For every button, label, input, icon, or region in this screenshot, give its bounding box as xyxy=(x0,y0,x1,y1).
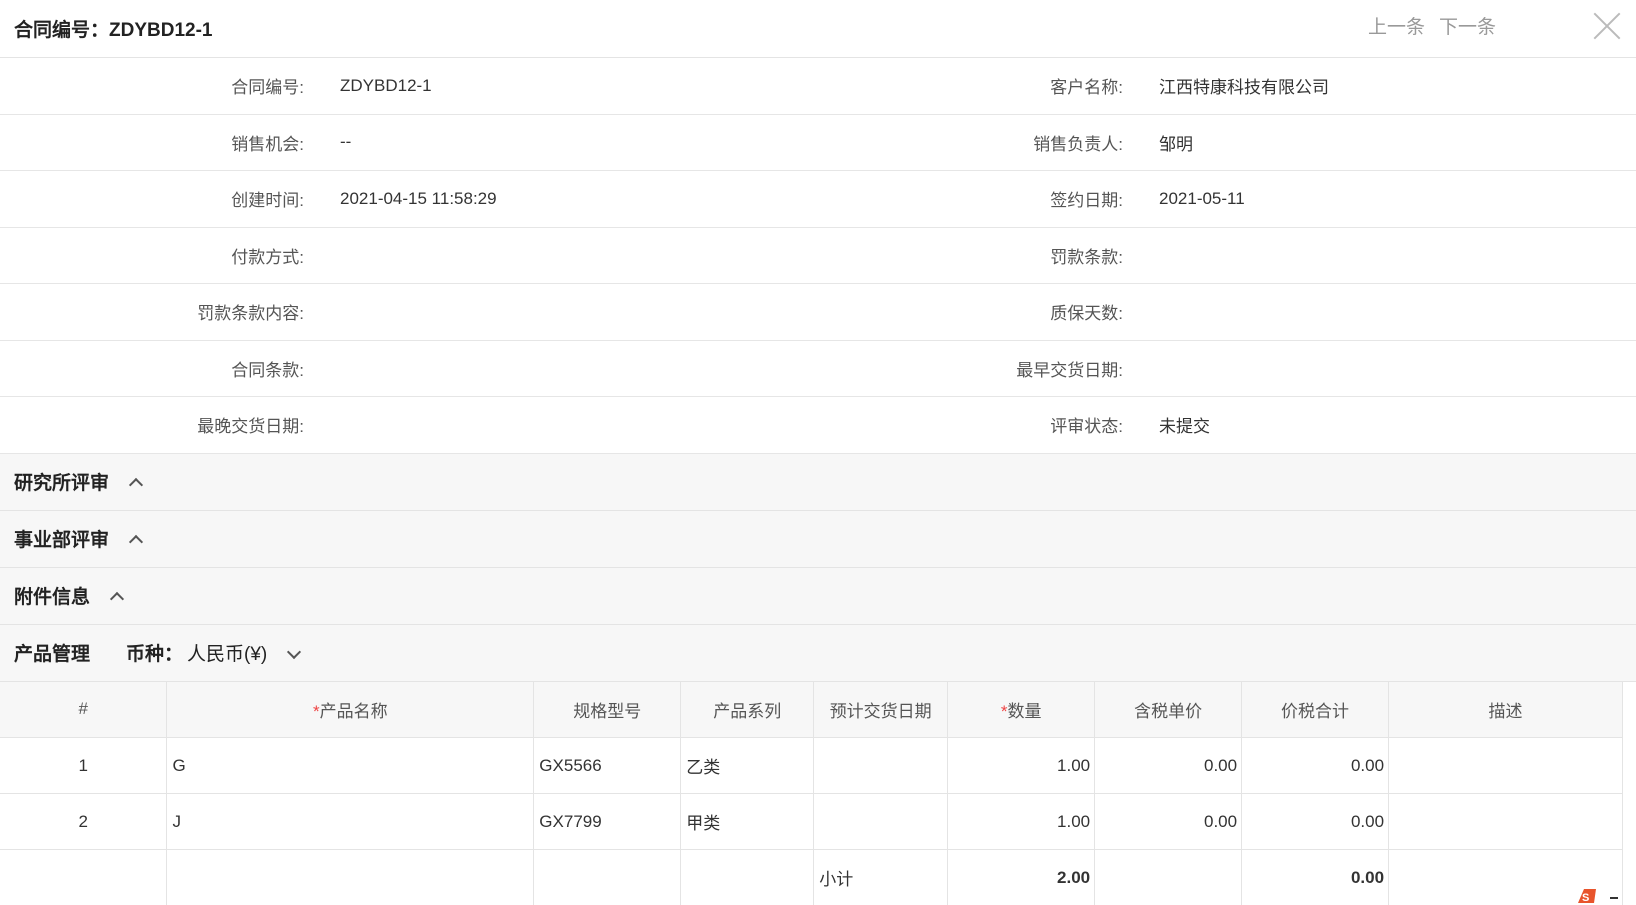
info-row: 创建时间: 2021-04-15 11:58:29 签约日期: 2021-05-… xyxy=(0,171,1636,228)
field-label: 创建时间: xyxy=(0,186,304,211)
currency-label: 币种： xyxy=(126,639,183,666)
field-label: 评审状态: xyxy=(840,412,1123,437)
field-label: 签约日期: xyxy=(840,186,1123,211)
product-spec: GX7799 xyxy=(534,794,681,850)
row-index: 2 xyxy=(0,794,167,850)
input-method-logo-icon: S xyxy=(1566,885,1626,905)
product-name-link[interactable]: J xyxy=(167,794,534,850)
field-label: 客户名称: xyxy=(840,73,1123,98)
subtotal-row: 小计 2.00 0.00 xyxy=(0,850,1623,905)
field-label: 合同编号: xyxy=(0,73,304,98)
col-header-description: 描述 xyxy=(1389,682,1623,738)
review-status-value: 未提交 xyxy=(1123,412,1210,437)
table-header-row: # *产品名称 规格型号 产品系列 预计交货日期 *数量 含税单价 价税合计 描… xyxy=(0,682,1623,738)
description xyxy=(1389,738,1623,794)
product-spec: GX5566 xyxy=(534,738,681,794)
detail-header: 合同编号：ZDYBD12-1 上一条 下一条 xyxy=(0,0,1636,58)
col-header-quantity: *数量 xyxy=(948,682,1095,738)
col-header-spec: 规格型号 xyxy=(534,682,681,738)
col-header-series: 产品系列 xyxy=(681,682,814,738)
contract-number-value: ZDYBD12-1 xyxy=(304,76,840,96)
info-row: 最晚交货日期: 评审状态: 未提交 xyxy=(0,397,1636,454)
subtotal-quantity: 2.00 xyxy=(948,850,1095,905)
section-division-review[interactable]: 事业部评审 xyxy=(0,511,1636,568)
empty-cell xyxy=(167,850,534,905)
line-total: 0.00 xyxy=(1242,738,1389,794)
info-row: 付款方式: 罚款条款: xyxy=(0,228,1636,285)
chevron-down-icon[interactable] xyxy=(287,647,299,659)
quantity: 1.00 xyxy=(948,738,1095,794)
field-label: 销售负责人: xyxy=(840,130,1123,155)
product-series: 甲类 xyxy=(681,794,814,850)
empty-cell xyxy=(1095,850,1242,905)
info-row: 合同编号: ZDYBD12-1 客户名称: 江西特康科技有限公司 xyxy=(0,58,1636,115)
chevron-up-icon[interactable] xyxy=(110,590,122,602)
sales-owner-link[interactable]: 邹明 xyxy=(1123,130,1193,155)
info-row: 罚款条款内容: 质保天数: xyxy=(0,284,1636,341)
unit-price: 0.00 xyxy=(1095,738,1242,794)
description xyxy=(1389,794,1623,850)
section-title: 附件信息 xyxy=(14,582,90,609)
product-name-link[interactable]: G xyxy=(167,738,534,794)
required-mark: * xyxy=(313,702,320,721)
field-label: 质保天数: xyxy=(840,299,1123,324)
prev-record-link[interactable]: 上一条 xyxy=(1368,12,1425,39)
section-research-review[interactable]: 研究所评审 xyxy=(0,454,1636,511)
col-header-index: # xyxy=(0,682,167,738)
next-record-link[interactable]: 下一条 xyxy=(1439,12,1496,39)
subtotal-total: 0.00 xyxy=(1242,850,1389,905)
field-label: 最晚交货日期: xyxy=(0,412,304,437)
info-row: 销售机会: -- 销售负责人: 邹明 xyxy=(0,115,1636,172)
field-label: 罚款条款: xyxy=(840,243,1123,268)
field-label: 付款方式: xyxy=(0,243,304,268)
section-products: 产品管理 币种： 人民币(¥) xyxy=(0,625,1636,682)
product-series: 乙类 xyxy=(681,738,814,794)
field-label: 罚款条款内容: xyxy=(0,299,304,324)
field-label: 销售机会: xyxy=(0,130,304,155)
sales-opportunity-value: -- xyxy=(304,132,840,152)
empty-cell xyxy=(0,850,167,905)
delivery-date xyxy=(814,738,948,794)
quantity: 1.00 xyxy=(948,794,1095,850)
customer-name-link[interactable]: 江西特康科技有限公司 xyxy=(1123,73,1329,98)
col-header-total: 价税合计 xyxy=(1242,682,1389,738)
section-title: 产品管理 xyxy=(14,639,90,666)
section-title: 事业部评审 xyxy=(14,525,109,552)
sign-date-value: 2021-05-11 xyxy=(1123,189,1245,209)
record-nav: 上一条 下一条 xyxy=(1368,12,1496,39)
info-row: 合同条款: 最早交货日期: xyxy=(0,341,1636,398)
chevron-up-icon[interactable] xyxy=(129,533,141,545)
col-header-delivery-date: 预计交货日期 xyxy=(814,682,948,738)
empty-cell xyxy=(681,850,814,905)
col-header-unit-price: 含税单价 xyxy=(1095,682,1242,738)
created-time-value: 2021-04-15 11:58:29 xyxy=(304,189,840,209)
section-attachments[interactable]: 附件信息 xyxy=(0,568,1636,625)
info-grid: 合同编号: ZDYBD12-1 客户名称: 江西特康科技有限公司 销售机会: -… xyxy=(0,58,1636,454)
unit-price: 0.00 xyxy=(1095,794,1242,850)
line-total: 0.00 xyxy=(1242,794,1389,850)
empty-cell xyxy=(534,850,681,905)
field-label: 合同条款: xyxy=(0,356,304,381)
section-title: 研究所评审 xyxy=(14,468,109,495)
row-index: 1 xyxy=(0,738,167,794)
currency-select[interactable]: 人民币(¥) xyxy=(187,639,267,666)
subtotal-label: 小计 xyxy=(814,850,948,905)
close-icon[interactable] xyxy=(1592,10,1622,40)
col-header-label: 产品名称 xyxy=(320,702,388,721)
svg-text:S: S xyxy=(1582,892,1589,904)
table-row: 1 G GX5566 乙类 1.00 0.00 0.00 xyxy=(0,738,1623,794)
field-label: 最早交货日期: xyxy=(840,356,1123,381)
col-header-product-name: *产品名称 xyxy=(167,682,534,738)
delivery-date xyxy=(814,794,948,850)
product-table: # *产品名称 规格型号 产品系列 预计交货日期 *数量 含税单价 价税合计 描… xyxy=(0,682,1623,905)
page-title: 合同编号：ZDYBD12-1 xyxy=(14,15,212,42)
chevron-up-icon[interactable] xyxy=(129,476,141,488)
col-header-label: 数量 xyxy=(1007,702,1041,721)
table-row: 2 J GX7799 甲类 1.00 0.00 0.00 xyxy=(0,794,1623,850)
